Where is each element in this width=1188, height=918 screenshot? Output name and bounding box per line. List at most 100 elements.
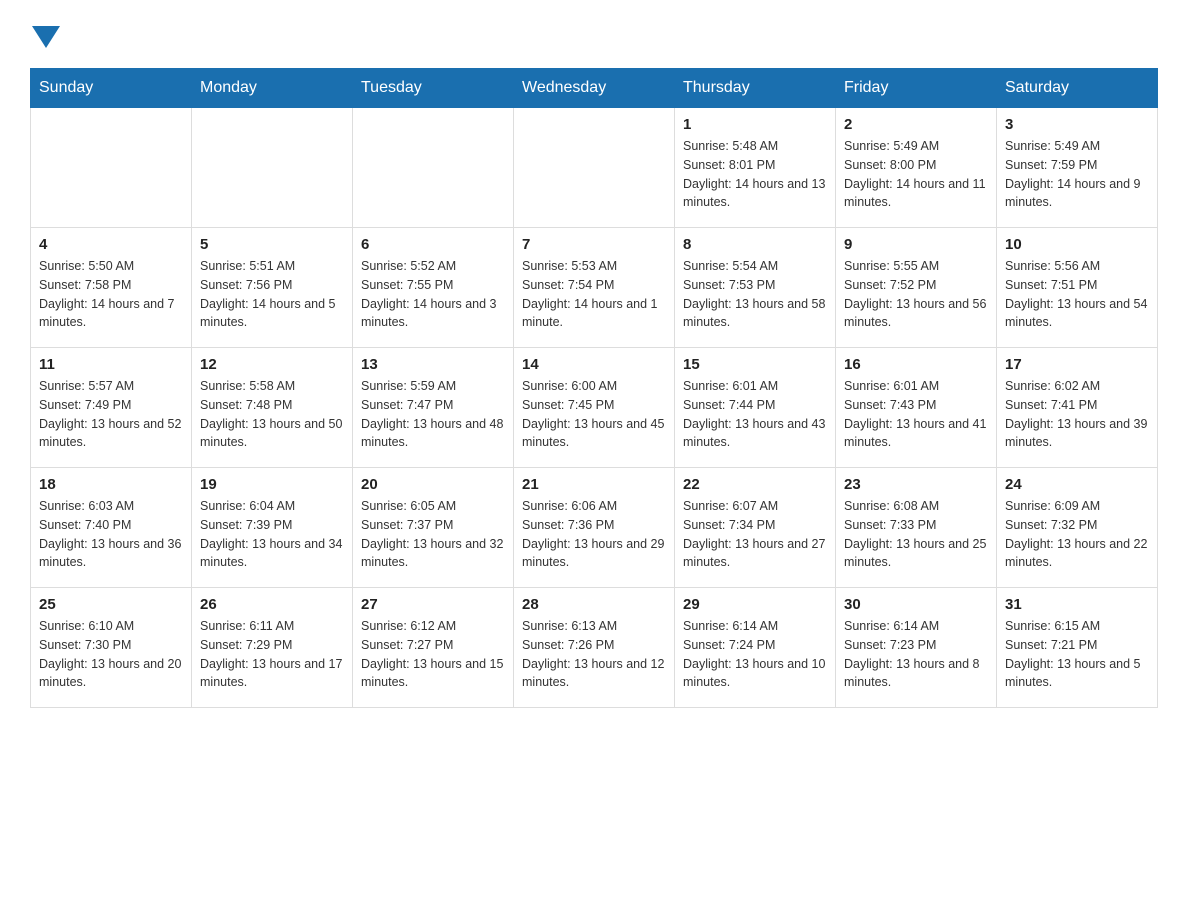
day-info: Sunrise: 6:00 AM Sunset: 7:45 PM Dayligh… (522, 377, 666, 452)
day-info: Sunrise: 6:01 AM Sunset: 7:44 PM Dayligh… (683, 377, 827, 452)
calendar-cell: 1 Sunrise: 5:48 AM Sunset: 8:01 PM Daylig… (675, 108, 836, 228)
day-info: Sunrise: 5:53 AM Sunset: 7:54 PM Dayligh… (522, 257, 666, 332)
calendar-cell: 25 Sunrise: 6:10 AM Sunset: 7:30 PM Dayli… (31, 588, 192, 708)
weekday-header-thursday: Thursday (675, 69, 836, 108)
day-info: Sunrise: 6:08 AM Sunset: 7:33 PM Dayligh… (844, 497, 988, 572)
day-number: 15 (683, 356, 827, 373)
day-info: Sunrise: 6:10 AM Sunset: 7:30 PM Dayligh… (39, 617, 183, 692)
day-info: Sunrise: 6:06 AM Sunset: 7:36 PM Dayligh… (522, 497, 666, 572)
calendar-cell (192, 108, 353, 228)
day-info: Sunrise: 6:07 AM Sunset: 7:34 PM Dayligh… (683, 497, 827, 572)
logo-triangle-icon (32, 26, 60, 48)
day-info: Sunrise: 6:05 AM Sunset: 7:37 PM Dayligh… (361, 497, 505, 572)
day-number: 11 (39, 356, 183, 373)
day-info: Sunrise: 5:51 AM Sunset: 7:56 PM Dayligh… (200, 257, 344, 332)
day-number: 29 (683, 596, 827, 613)
calendar-cell: 28 Sunrise: 6:13 AM Sunset: 7:26 PM Dayli… (514, 588, 675, 708)
calendar-cell: 20 Sunrise: 6:05 AM Sunset: 7:37 PM Dayli… (353, 468, 514, 588)
day-info: Sunrise: 5:50 AM Sunset: 7:58 PM Dayligh… (39, 257, 183, 332)
day-number: 31 (1005, 596, 1149, 613)
day-number: 22 (683, 476, 827, 493)
day-number: 16 (844, 356, 988, 373)
calendar-cell: 24 Sunrise: 6:09 AM Sunset: 7:32 PM Dayli… (997, 468, 1158, 588)
calendar-cell: 5 Sunrise: 5:51 AM Sunset: 7:56 PM Daylig… (192, 228, 353, 348)
day-info: Sunrise: 6:09 AM Sunset: 7:32 PM Dayligh… (1005, 497, 1149, 572)
calendar-week-2: 4 Sunrise: 5:50 AM Sunset: 7:58 PM Daylig… (31, 228, 1158, 348)
day-info: Sunrise: 5:59 AM Sunset: 7:47 PM Dayligh… (361, 377, 505, 452)
calendar-cell: 22 Sunrise: 6:07 AM Sunset: 7:34 PM Dayli… (675, 468, 836, 588)
calendar-cell: 31 Sunrise: 6:15 AM Sunset: 7:21 PM Dayli… (997, 588, 1158, 708)
day-number: 1 (683, 116, 827, 133)
calendar-header: SundayMondayTuesdayWednesdayThursdayFrid… (31, 69, 1158, 108)
day-number: 30 (844, 596, 988, 613)
calendar-cell: 8Sunrise: 5:54 AM Sunset: 7:53 PM Daylig… (675, 228, 836, 348)
day-number: 6 (361, 236, 505, 253)
page-header (30, 20, 1158, 48)
weekday-header-wednesday: Wednesday (514, 69, 675, 108)
day-number: 12 (200, 356, 344, 373)
calendar-body: 1 Sunrise: 5:48 AM Sunset: 8:01 PM Daylig… (31, 108, 1158, 708)
calendar-cell: 15 Sunrise: 6:01 AM Sunset: 7:44 PM Dayli… (675, 348, 836, 468)
day-info: Sunrise: 5:48 AM Sunset: 8:01 PM Dayligh… (683, 137, 827, 212)
day-number: 5 (200, 236, 344, 253)
day-number: 19 (200, 476, 344, 493)
calendar-cell: 19Sunrise: 6:04 AM Sunset: 7:39 PM Dayli… (192, 468, 353, 588)
calendar-cell: 11Sunrise: 5:57 AM Sunset: 7:49 PM Dayli… (31, 348, 192, 468)
calendar-cell: 14 Sunrise: 6:00 AM Sunset: 7:45 PM Dayli… (514, 348, 675, 468)
calendar-cell: 23 Sunrise: 6:08 AM Sunset: 7:33 PM Dayli… (836, 468, 997, 588)
day-number: 26 (200, 596, 344, 613)
calendar-cell: 18Sunrise: 6:03 AM Sunset: 7:40 PM Dayli… (31, 468, 192, 588)
day-info: Sunrise: 6:01 AM Sunset: 7:43 PM Dayligh… (844, 377, 988, 452)
day-info: Sunrise: 5:55 AM Sunset: 7:52 PM Dayligh… (844, 257, 988, 332)
calendar-cell: 4 Sunrise: 5:50 AM Sunset: 7:58 PM Daylig… (31, 228, 192, 348)
day-number: 20 (361, 476, 505, 493)
calendar-week-3: 11Sunrise: 5:57 AM Sunset: 7:49 PM Dayli… (31, 348, 1158, 468)
calendar-cell: 21 Sunrise: 6:06 AM Sunset: 7:36 PM Dayli… (514, 468, 675, 588)
logo (30, 20, 60, 48)
calendar-week-1: 1 Sunrise: 5:48 AM Sunset: 8:01 PM Daylig… (31, 108, 1158, 228)
day-number: 2 (844, 116, 988, 133)
weekday-header-saturday: Saturday (997, 69, 1158, 108)
day-number: 24 (1005, 476, 1149, 493)
day-number: 27 (361, 596, 505, 613)
weekday-header-tuesday: Tuesday (353, 69, 514, 108)
calendar-week-4: 18Sunrise: 6:03 AM Sunset: 7:40 PM Dayli… (31, 468, 1158, 588)
calendar-cell (353, 108, 514, 228)
calendar-cell: 2 Sunrise: 5:49 AM Sunset: 8:00 PM Daylig… (836, 108, 997, 228)
day-number: 3 (1005, 116, 1149, 133)
calendar-cell: 30Sunrise: 6:14 AM Sunset: 7:23 PM Dayli… (836, 588, 997, 708)
calendar-cell: 29Sunrise: 6:14 AM Sunset: 7:24 PM Dayli… (675, 588, 836, 708)
day-number: 18 (39, 476, 183, 493)
day-number: 23 (844, 476, 988, 493)
calendar-cell: 12 Sunrise: 5:58 AM Sunset: 7:48 PM Dayli… (192, 348, 353, 468)
calendar-cell: 7 Sunrise: 5:53 AM Sunset: 7:54 PM Daylig… (514, 228, 675, 348)
day-info: Sunrise: 5:49 AM Sunset: 8:00 PM Dayligh… (844, 137, 988, 212)
weekday-header-row: SundayMondayTuesdayWednesdayThursdayFrid… (31, 69, 1158, 108)
day-number: 21 (522, 476, 666, 493)
calendar-cell: 3Sunrise: 5:49 AM Sunset: 7:59 PM Daylig… (997, 108, 1158, 228)
day-info: Sunrise: 5:58 AM Sunset: 7:48 PM Dayligh… (200, 377, 344, 452)
day-info: Sunrise: 5:54 AM Sunset: 7:53 PM Dayligh… (683, 257, 827, 332)
day-number: 28 (522, 596, 666, 613)
calendar-cell: 10Sunrise: 5:56 AM Sunset: 7:51 PM Dayli… (997, 228, 1158, 348)
calendar-cell (31, 108, 192, 228)
day-info: Sunrise: 6:15 AM Sunset: 7:21 PM Dayligh… (1005, 617, 1149, 692)
day-number: 17 (1005, 356, 1149, 373)
day-number: 25 (39, 596, 183, 613)
calendar-cell: 6Sunrise: 5:52 AM Sunset: 7:55 PM Daylig… (353, 228, 514, 348)
weekday-header-sunday: Sunday (31, 69, 192, 108)
day-number: 7 (522, 236, 666, 253)
weekday-header-monday: Monday (192, 69, 353, 108)
day-number: 14 (522, 356, 666, 373)
calendar-cell: 27Sunrise: 6:12 AM Sunset: 7:27 PM Dayli… (353, 588, 514, 708)
day-number: 9 (844, 236, 988, 253)
calendar-cell: 16 Sunrise: 6:01 AM Sunset: 7:43 PM Dayli… (836, 348, 997, 468)
calendar-cell: 17 Sunrise: 6:02 AM Sunset: 7:41 PM Dayli… (997, 348, 1158, 468)
calendar-cell: 13Sunrise: 5:59 AM Sunset: 7:47 PM Dayli… (353, 348, 514, 468)
calendar-table: SundayMondayTuesdayWednesdayThursdayFrid… (30, 68, 1158, 708)
day-number: 4 (39, 236, 183, 253)
calendar-cell: 9 Sunrise: 5:55 AM Sunset: 7:52 PM Daylig… (836, 228, 997, 348)
day-info: Sunrise: 6:11 AM Sunset: 7:29 PM Dayligh… (200, 617, 344, 692)
day-info: Sunrise: 6:13 AM Sunset: 7:26 PM Dayligh… (522, 617, 666, 692)
day-info: Sunrise: 6:02 AM Sunset: 7:41 PM Dayligh… (1005, 377, 1149, 452)
